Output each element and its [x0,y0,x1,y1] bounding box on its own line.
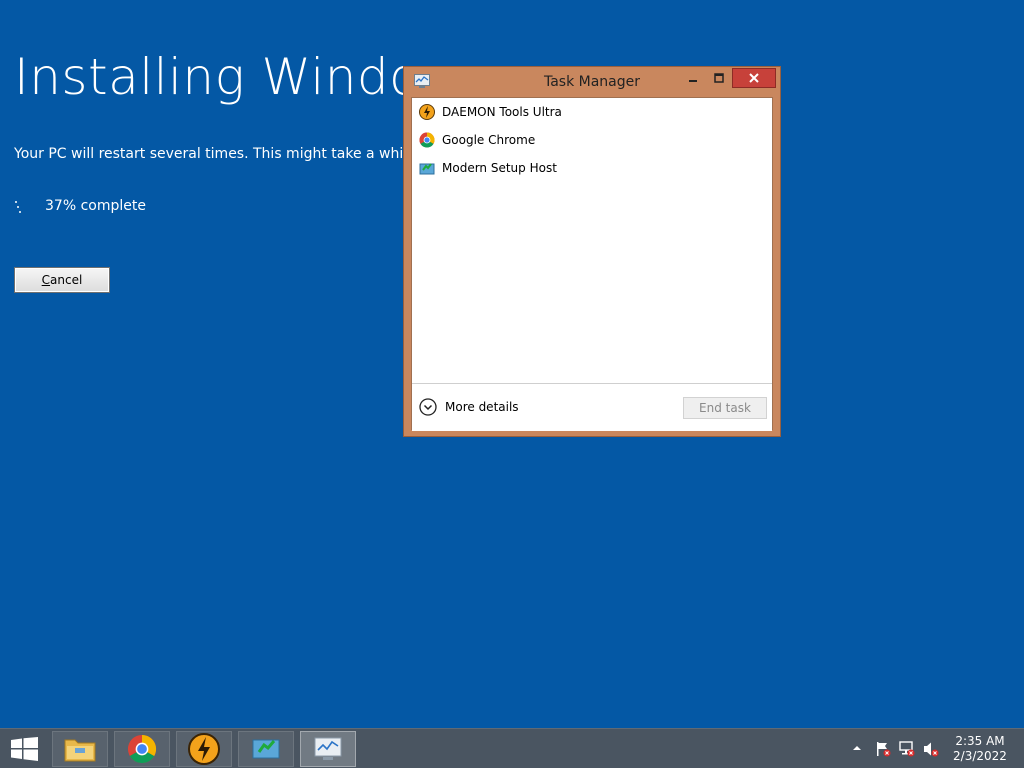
close-icon [749,73,759,83]
setup-title: Installing Window [14,48,462,106]
cancel-label-rest: ancel [50,273,83,287]
show-hidden-icons-icon[interactable] [852,743,862,753]
taskbar-daemon-tools[interactable] [176,731,232,767]
taskbar: 2:35 AM 2/3/2022 [0,728,1024,768]
taskbar-task-manager[interactable] [300,731,356,767]
maximize-icon [714,73,724,83]
task-manager-icon [414,74,430,88]
taskbar-file-explorer[interactable] [52,731,108,767]
folder-icon [64,739,96,762]
progress-spinner-icon [14,198,26,214]
cancel-accelerator: C [41,273,51,287]
daemon-tools-icon [419,104,435,120]
progress-text: 37% complete [45,198,146,214]
task-manager-icon [314,737,342,760]
chevron-down-icon [419,398,437,416]
progress-row: 37% complete [14,198,146,214]
task-manager-footer: More details End task [412,383,772,431]
volume-muted-icon[interactable] [922,741,940,757]
taskbar-setup[interactable] [238,731,294,767]
more-details-button[interactable]: More details [419,398,519,416]
taskbar-clock[interactable]: 2:35 AM 2/3/2022 [950,734,1010,764]
task-manager-window: Task Manager DAEMON Tools Ultra Google C… [403,66,781,437]
setup-subtitle: Your PC will restart several times. This… [14,146,421,162]
clock-time: 2:35 AM [955,734,1005,748]
more-details-label: More details [445,400,519,414]
chrome-icon [419,132,435,148]
clock-date: 2/3/2022 [953,749,1007,763]
process-list: DAEMON Tools Ultra Google Chrome Modern … [412,98,772,383]
maximize-button[interactable] [706,68,732,88]
task-manager-client: DAEMON Tools Ultra Google Chrome Modern … [411,97,773,431]
process-item-google-chrome[interactable]: Google Chrome [412,128,772,152]
task-manager-title: Task Manager [543,74,641,90]
chrome-icon [127,734,157,764]
process-name: Modern Setup Host [442,161,557,175]
process-item-daemon-tools[interactable]: DAEMON Tools Ultra [412,100,772,124]
setup-host-icon [419,160,435,176]
taskbar-google-chrome[interactable] [114,731,170,767]
end-task-button[interactable]: End task [683,397,767,419]
process-name: Google Chrome [442,133,536,147]
cancel-button[interactable]: Cancel [14,267,110,293]
daemon-tools-icon [188,733,220,765]
minimize-button[interactable] [680,68,706,88]
network-icon[interactable] [898,741,916,757]
close-button[interactable] [732,68,776,88]
windows-start-icon[interactable] [11,737,38,761]
action-center-flag-icon[interactable] [874,741,892,757]
minimize-icon [689,80,697,82]
setup-icon [252,739,280,759]
process-name: DAEMON Tools Ultra [442,105,562,119]
process-item-modern-setup-host[interactable]: Modern Setup Host [412,156,772,180]
